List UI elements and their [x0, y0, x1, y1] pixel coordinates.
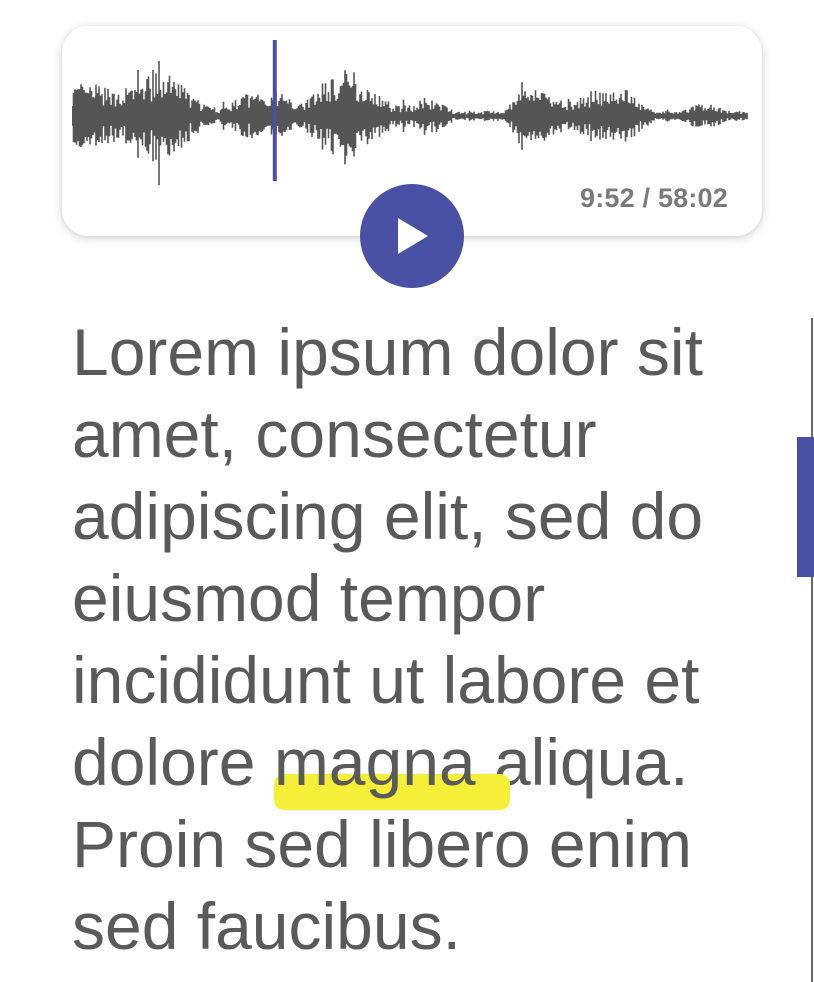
waveform-bars: [72, 60, 748, 186]
highlighted-word[interactable]: magna: [273, 721, 510, 810]
time-readout: 9:52 / 58:02: [580, 183, 728, 214]
highlighted-word-text: magna: [273, 725, 476, 799]
current-time: 9:52: [579, 183, 635, 213]
transcript-text: Lorem ipsum dolor sit amet, consectetur …: [72, 311, 777, 967]
playhead-marker[interactable]: [272, 40, 277, 181]
scrollbar-thumb[interactable]: [797, 437, 814, 577]
total-time: 58:02: [657, 183, 728, 213]
play-button[interactable]: [360, 184, 464, 288]
audio-waveform[interactable]: [72, 40, 752, 190]
play-icon: [398, 218, 428, 254]
time-separator: /: [634, 183, 658, 213]
scrollbar-track[interactable]: [811, 318, 813, 982]
